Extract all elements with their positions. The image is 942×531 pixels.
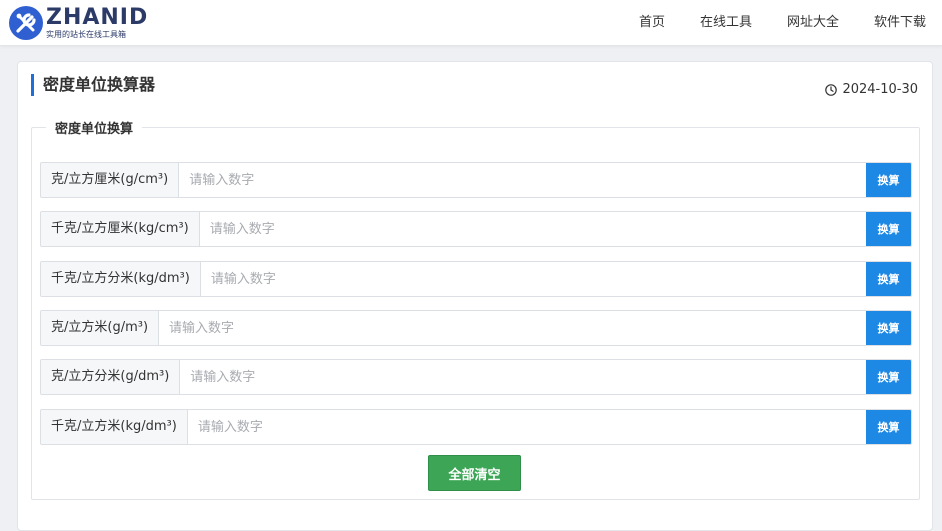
nav-item-site-directory[interactable]: 网址大全 [787,0,839,46]
unit-label: 克/立方厘米(g/cm³) [41,163,180,197]
site-logo[interactable]: ZHANID 实用的站长在线工具箱 [8,5,148,41]
convert-button[interactable]: 换算 [866,163,911,197]
nav-item-home[interactable]: 首页 [639,0,665,46]
form-legend: 密度单位换算 [55,122,134,137]
page-title: 密度单位换算器 [31,74,155,96]
unit-row-kg-m3: 千克/立方米(kg/dm³) 换算 [40,409,912,445]
converter-card: 密度单位换算器 2024-10-30 密度单位换算 克/立方厘米(g/cm³) … [17,61,933,531]
convert-button[interactable]: 换算 [866,212,911,246]
unit-label: 克/立方米(g/m³) [41,311,160,345]
main-nav: 首页 在线工具 网址大全 软件下载 [604,0,926,46]
clear-all-button[interactable]: 全部清空 [428,455,521,491]
unit-label: 千克/立方厘米(kg/cm³) [41,212,200,246]
convert-button[interactable]: 换算 [866,410,911,444]
unit-row-g-dm3: 克/立方分米(g/dm³) 换算 [40,359,912,395]
convert-button[interactable]: 换算 [866,311,911,345]
value-input[interactable] [187,410,866,444]
value-input[interactable] [179,163,866,197]
value-input[interactable] [199,212,866,246]
convert-button[interactable]: 换算 [866,262,911,296]
convert-button[interactable]: 换算 [866,360,911,394]
unit-row-g-cm3: 克/立方厘米(g/cm³) 换算 [40,162,912,198]
value-input[interactable] [180,360,866,394]
value-input[interactable] [200,262,866,296]
unit-label: 千克/立方分米(kg/dm³) [41,262,201,296]
logo-wordmark: ZHANID [46,5,149,30]
date-text: 2024-10-30 [842,82,918,97]
publish-date: 2024-10-30 [825,82,918,97]
nav-item-online-tools[interactable]: 在线工具 [700,0,752,46]
logo-tagline: 实用的站长在线工具箱 [46,30,126,39]
unit-label: 千克/立方米(kg/dm³) [41,410,188,444]
unit-row-kg-dm3: 千克/立方分米(kg/dm³) 换算 [40,261,912,297]
clock-icon [825,83,838,96]
density-converter-form: 密度单位换算 克/立方厘米(g/cm³) 换算 千克/立方厘米(kg/cm³) … [31,118,920,500]
unit-row-g-m3: 克/立方米(g/m³) 换算 [40,310,912,346]
nav-item-software-download[interactable]: 软件下载 [874,0,926,46]
unit-row-kg-cm3: 千克/立方厘米(kg/cm³) 换算 [40,211,912,247]
top-navbar: ZHANID 实用的站长在线工具箱 首页 在线工具 网址大全 软件下载 [0,0,942,46]
unit-label: 克/立方分米(g/dm³) [41,360,181,394]
wrench-logo-icon [9,6,43,40]
value-input[interactable] [159,311,866,345]
